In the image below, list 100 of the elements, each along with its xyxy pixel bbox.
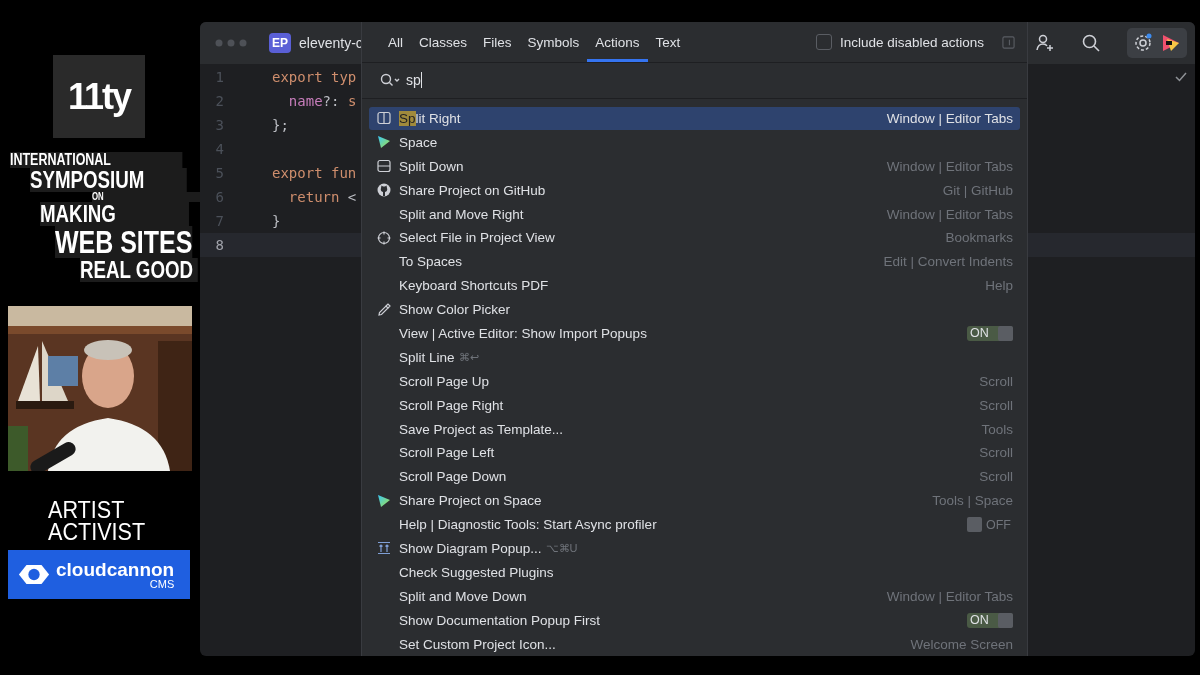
action-item[interactable]: Scroll Page Right Scroll	[369, 393, 1020, 418]
project-name[interactable]: eleventy-c	[299, 35, 363, 51]
action-item[interactable]: Split Down Window | Editor Tabs	[369, 154, 1020, 179]
action-label: Split Line	[399, 349, 455, 365]
action-item[interactable]: Show Documentation Popup First ON	[369, 608, 1020, 633]
sponsor-name: cloudcannon	[56, 559, 175, 579]
action-item[interactable]: Share Project on GitHub Git | GitHub	[369, 178, 1020, 203]
tab[interactable]: Text	[647, 22, 689, 63]
split-vertical-icon	[377, 111, 391, 126]
action-item[interactable]: Split and Move Right Window | Editor Tabs	[369, 202, 1020, 226]
action-label: Keyboard Shortcuts PDF	[399, 278, 549, 294]
action-item[interactable]: Save Project as Template... Tools	[369, 417, 1020, 441]
code-line: };	[272, 117, 289, 133]
action-label: Scroll Page Up	[399, 373, 490, 389]
line-number: 8	[214, 237, 224, 253]
tab[interactable]: Classes	[411, 22, 476, 63]
action-item[interactable]: Show Diagram Popup... ⌥⌘U	[369, 536, 1020, 561]
action-item[interactable]: Split Line ⌘↩	[369, 345, 1020, 370]
pipette-icon	[377, 302, 391, 317]
search-icon[interactable]	[1081, 33, 1101, 53]
diagram-icon	[377, 541, 391, 556]
project-badge[interactable]: EP	[269, 33, 291, 53]
search-field[interactable]: sp	[406, 68, 1027, 93]
action-label: Split Down	[399, 158, 464, 174]
action-category: Welcome Screen	[910, 636, 1013, 652]
action-item[interactable]: Scroll Page Left Scroll	[369, 441, 1020, 465]
action-label: To Spaces	[399, 254, 463, 270]
action-label: Split Right	[399, 110, 461, 126]
action-category: Scroll	[979, 397, 1013, 413]
action-item[interactable]: Scroll Page Up Scroll	[369, 369, 1020, 394]
action-label: Select File in Project View	[399, 230, 555, 246]
action-category: Tools	[981, 421, 1013, 437]
action-category: Edit | Convert Indents	[883, 254, 1013, 270]
action-item[interactable]: Keyboard Shortcuts PDF Help	[369, 273, 1020, 298]
action-label: Scroll Page Down	[399, 469, 507, 485]
action-item[interactable]: View | Active Editor: Show Import Popups ON	[369, 321, 1020, 346]
action-category: Scroll	[979, 373, 1013, 389]
action-category: Help	[985, 278, 1013, 294]
code-line: return <	[287, 189, 357, 205]
action-item[interactable]: Check Suggested Plugins	[369, 560, 1020, 585]
action-item[interactable]: Help | Diagnostic Tools: Start Async profiler OFF	[369, 512, 1020, 537]
space-logo-icon	[377, 493, 391, 508]
action-category: Window | Editor Tabs	[886, 588, 1013, 604]
checkbox-label[interactable]: Include disabled actions	[839, 34, 984, 50]
app-logo-icon[interactable]	[1161, 33, 1181, 53]
action-item[interactable]: Split and Move Down Window | Editor Tabs	[369, 584, 1020, 609]
eleventy-logo: 11ty	[53, 55, 145, 138]
action-label: Split and Move Down	[399, 588, 527, 604]
action-label: Check Suggested Plugins	[399, 564, 554, 580]
action-label: View | Active Editor: Show Import Popups	[399, 325, 647, 341]
action-category: Scroll	[979, 445, 1013, 461]
action-item[interactable]: Show Color Picker	[369, 297, 1020, 322]
action-item[interactable]: To Spaces Edit | Convert Indents	[369, 249, 1020, 274]
action-category: Scroll	[979, 469, 1013, 485]
sponsor-subtitle: CMS	[149, 578, 175, 590]
tab[interactable]: Actions	[587, 22, 648, 63]
split-horizontal-icon	[377, 159, 391, 174]
toggle-switch[interactable]: ON	[967, 612, 1013, 628]
action-item[interactable]: Set Custom Project Icon... Welcome Screen	[369, 632, 1020, 656]
action-label: Split and Move Right	[399, 206, 524, 222]
github-icon	[377, 183, 391, 198]
action-category: Tools | Space	[932, 493, 1013, 509]
tab[interactable]: Symbols	[519, 22, 588, 63]
tab[interactable]: Files	[475, 22, 520, 63]
action-item[interactable]: Space	[369, 130, 1020, 155]
search-icon	[380, 73, 400, 88]
space-logo-icon	[377, 135, 391, 150]
action-category: Window | Editor Tabs	[886, 158, 1013, 174]
action-item[interactable]: Share Project on Space Tools | Space	[369, 488, 1020, 513]
action-label: Save Project as Template...	[399, 421, 564, 437]
action-category: Window | Editor Tabs	[886, 110, 1013, 126]
action-category: Bookmarks	[945, 230, 1013, 246]
action-label: Show Diagram Popup...	[399, 541, 542, 556]
action-label: Show Color Picker	[399, 302, 511, 318]
action-category: Window | Editor Tabs	[886, 206, 1013, 222]
shortcut-hint: ⌘↩	[458, 350, 479, 364]
settings-icon[interactable]	[1133, 33, 1153, 53]
checkbox[interactable]	[815, 34, 832, 51]
action-item[interactable]: Select File in Project View Bookmarks	[369, 225, 1020, 250]
action-label: Share Project on Space	[399, 493, 542, 509]
tab[interactable]: All	[380, 22, 411, 63]
code-line: export fun	[272, 165, 357, 181]
action-item[interactable]: Split Right Window | Editor Tabs	[369, 106, 1020, 131]
action-label: Scroll Page Right	[399, 397, 504, 413]
action-category: Git | GitHub	[942, 182, 1013, 198]
action-label: Set Custom Project Icon...	[399, 636, 556, 652]
target-icon	[377, 230, 391, 245]
action-label: Space	[399, 134, 438, 150]
check-icon	[1175, 72, 1187, 82]
shortcut-hint: ⌥⌘U	[545, 542, 578, 555]
window-controls-icon	[215, 39, 247, 47]
action-item[interactable]: Scroll Page Down Scroll	[369, 464, 1020, 489]
code-line: name?: s	[287, 93, 357, 109]
action-label: Show Documentation Popup First	[399, 612, 601, 628]
tagline-line: ARTIST	[48, 499, 126, 521]
toggle-switch[interactable]: ON	[967, 325, 1013, 341]
tagline-line: ACTIVIST	[48, 520, 146, 543]
code-line: }	[272, 213, 281, 229]
add-user-icon[interactable]	[1035, 33, 1055, 53]
action-label: Share Project on GitHub	[399, 182, 546, 198]
